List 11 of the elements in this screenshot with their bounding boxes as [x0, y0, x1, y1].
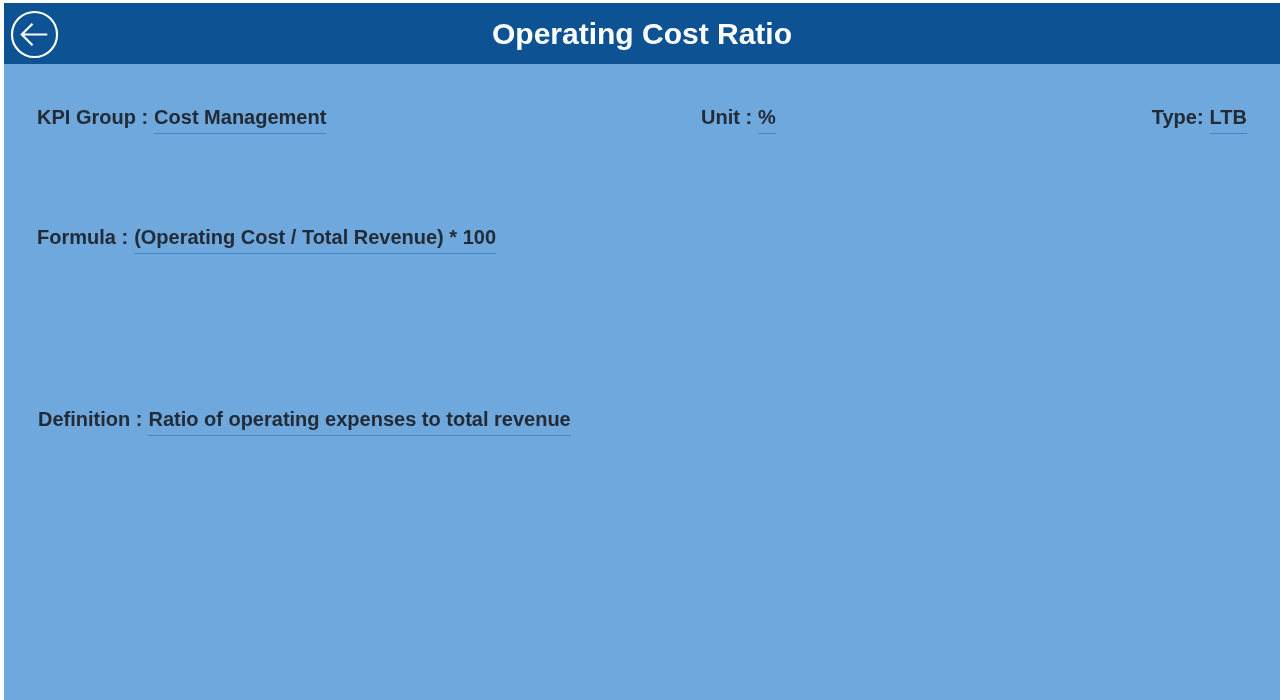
page-title: Operating Cost Ratio [492, 16, 792, 52]
field-value: Cost Management [154, 102, 327, 134]
field-value: Ratio of operating expenses to total revenue [148, 404, 571, 436]
field-label: Unit : [701, 105, 753, 130]
field-value: (Operating Cost / Total Revenue) * 100 [134, 222, 497, 254]
field-label: KPI Group : [37, 105, 149, 130]
field-label: Formula : [37, 225, 129, 250]
field-value: LTB [1209, 102, 1247, 134]
field-label: Type: [1151, 105, 1204, 130]
field-label: Definition : [38, 407, 143, 432]
field-value: % [758, 102, 776, 134]
